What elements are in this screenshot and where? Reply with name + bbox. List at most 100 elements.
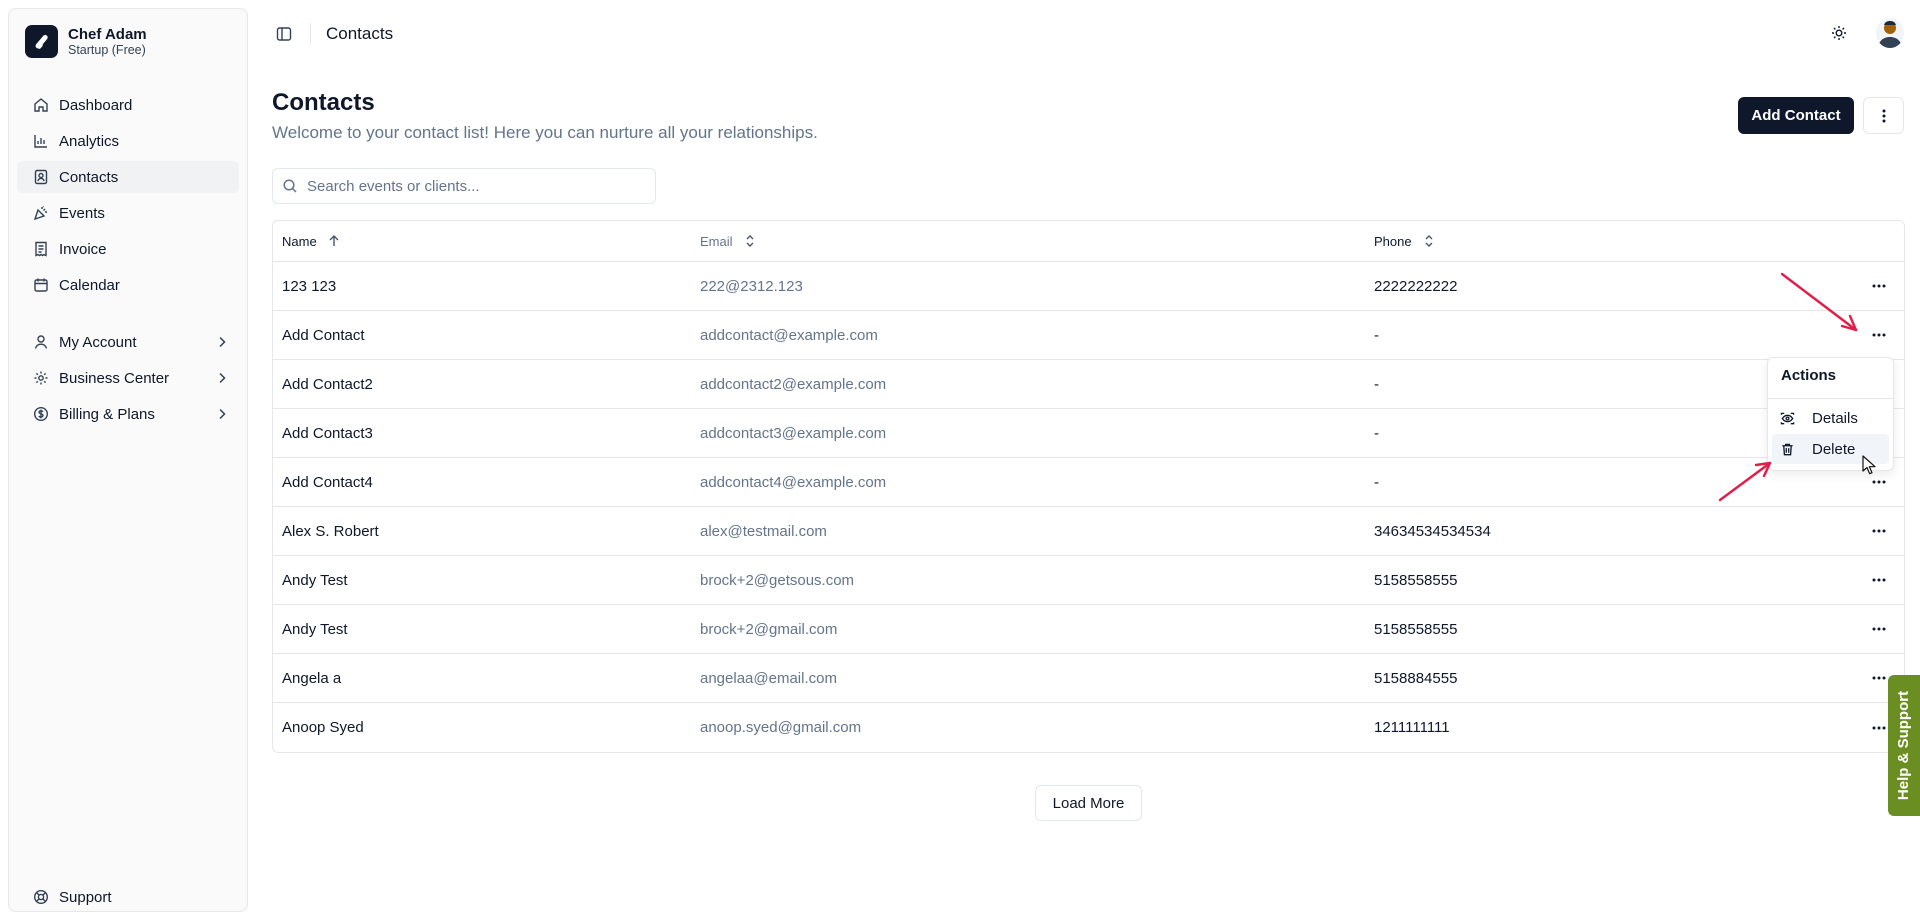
search-icon bbox=[283, 179, 297, 193]
chevron-right-icon bbox=[219, 336, 226, 348]
sidebar-item-events[interactable]: Events bbox=[17, 197, 239, 229]
table-row[interactable]: Alex S. Robert alex@testmail.com 346345345… bbox=[273, 507, 1904, 556]
sidebar-item-invoice[interactable]: Invoice bbox=[17, 233, 239, 265]
sidebar-item-label: Billing & Plans bbox=[59, 405, 155, 423]
topbar: Contacts bbox=[272, 22, 393, 46]
sidebar: Chef Adam Startup (Free) Dashboard Analy… bbox=[8, 8, 248, 912]
row-actions-cell bbox=[1854, 568, 1904, 592]
chevron-right-icon bbox=[219, 408, 226, 420]
sun-icon bbox=[1832, 26, 1846, 40]
more-horizontal-icon bbox=[1872, 578, 1886, 582]
sidebar-item-label: Calendar bbox=[59, 276, 120, 294]
mouse-cursor-icon bbox=[1862, 455, 1876, 475]
table-row[interactable]: Andy Test brock+2@getsous.com 5158558555 bbox=[273, 556, 1904, 605]
contact-name: Add Contact bbox=[282, 326, 365, 344]
sidebar-item-business-center[interactable]: Business Center bbox=[17, 362, 239, 394]
table-row[interactable]: Add Contact3 addcontact3@example.com - bbox=[273, 409, 1904, 458]
row-actions-cell bbox=[1854, 519, 1904, 543]
chevrons-up-down-icon bbox=[746, 235, 754, 247]
sidebar-item-billing-plans[interactable]: Billing & Plans bbox=[17, 398, 239, 430]
sidebar-toggle-button[interactable] bbox=[272, 22, 296, 46]
column-header-phone[interactable]: Phone bbox=[1374, 234, 1854, 249]
contact-book-icon bbox=[34, 169, 48, 185]
annotation-arrow-icon bbox=[1780, 272, 1858, 332]
more-horizontal-icon bbox=[1872, 284, 1886, 288]
bar-chart-icon bbox=[34, 135, 47, 148]
party-popper-icon bbox=[33, 206, 47, 221]
sidebar-item-my-account[interactable]: My Account bbox=[17, 326, 239, 358]
table-row[interactable]: Andy Test brock+2@gmail.com 5158558555 bbox=[273, 605, 1904, 654]
sidebar-item-support[interactable]: Support bbox=[17, 881, 239, 913]
menu-divider bbox=[1768, 398, 1893, 399]
contact-email: addcontact3@example.com bbox=[700, 424, 887, 442]
workspace-plan: Startup (Free) bbox=[68, 42, 146, 57]
more-horizontal-icon bbox=[1872, 676, 1886, 680]
contact-name: Andy Test bbox=[282, 571, 348, 589]
sidebar-item-calendar[interactable]: Calendar bbox=[17, 269, 239, 301]
more-options-button[interactable] bbox=[1863, 97, 1904, 134]
contact-email: alex@testmail.com bbox=[700, 522, 827, 540]
contact-email: brock+2@getsous.com bbox=[700, 571, 855, 589]
sidebar-item-label: Support bbox=[59, 888, 112, 906]
contacts-table: Name Email Phone 123 123 222@2312.123 2222… bbox=[272, 220, 1905, 753]
row-actions-button[interactable] bbox=[1867, 519, 1891, 543]
contact-phone: 1211111111 bbox=[1374, 719, 1450, 736]
more-horizontal-icon bbox=[1872, 333, 1886, 337]
page-title: Contacts bbox=[272, 89, 375, 116]
sidebar-item-label: Business Center bbox=[59, 369, 170, 387]
row-actions-cell bbox=[1854, 617, 1904, 641]
table-header: Name Email Phone bbox=[273, 221, 1904, 262]
table-row[interactable]: Add Contact2 addcontact2@example.com - bbox=[273, 360, 1904, 409]
calendar-icon bbox=[34, 278, 48, 292]
page-subtitle: Welcome to your contact list! Here you c… bbox=[272, 123, 818, 142]
help-support-tab[interactable]: Help & Support bbox=[1888, 675, 1920, 816]
theme-toggle-button[interactable] bbox=[1828, 22, 1850, 44]
table-row[interactable]: Add Contact4 addcontact4@example.com - bbox=[273, 458, 1904, 507]
contact-name: Alex S. Robert bbox=[282, 522, 379, 540]
menu-item-details[interactable]: Details bbox=[1772, 403, 1889, 433]
sidebar-item-label: Invoice bbox=[59, 240, 107, 258]
sidebar-item-label: Events bbox=[59, 204, 105, 222]
table-row[interactable]: Anoop Syed anoop.syed@gmail.com 1211111111 bbox=[273, 703, 1904, 752]
table-row[interactable]: 123 123 222@2312.123 2222222222 bbox=[273, 262, 1904, 311]
home-icon bbox=[34, 98, 48, 112]
workspace-name: Chef Adam bbox=[68, 25, 147, 43]
row-actions-button[interactable] bbox=[1867, 617, 1891, 641]
contact-email: anoop.syed@gmail.com bbox=[700, 719, 862, 736]
row-actions-button[interactable] bbox=[1867, 274, 1891, 298]
sidebar-item-label: Dashboard bbox=[59, 96, 133, 114]
user-icon bbox=[34, 335, 48, 349]
contact-name: Andy Test bbox=[282, 620, 348, 638]
main-nav: Dashboard Analytics Contacts Events Invo… bbox=[17, 89, 239, 305]
contact-email: addcontact2@example.com bbox=[700, 375, 887, 393]
more-horizontal-icon bbox=[1872, 529, 1886, 533]
table-row[interactable]: Angela a angelaa@email.com 5158884555 bbox=[273, 654, 1904, 703]
sidebar-item-label: Contacts bbox=[59, 168, 119, 186]
sidebar-item-contacts[interactable]: Contacts bbox=[17, 161, 239, 193]
workspace-logo-icon bbox=[25, 25, 58, 58]
workspace-switcher[interactable]: Chef Adam Startup (Free) bbox=[25, 25, 147, 58]
search-input[interactable] bbox=[307, 177, 637, 195]
column-header-name[interactable]: Name bbox=[273, 234, 700, 249]
column-header-email[interactable]: Email bbox=[700, 234, 1374, 249]
row-actions-button[interactable] bbox=[1867, 323, 1891, 347]
breadcrumb: Contacts bbox=[326, 24, 394, 43]
panel-left-icon bbox=[276, 27, 292, 41]
menu-item-label: Details bbox=[1812, 409, 1858, 427]
sidebar-item-analytics[interactable]: Analytics bbox=[17, 125, 239, 157]
more-horizontal-icon bbox=[1872, 726, 1886, 729]
contact-name: Add Contact3 bbox=[282, 424, 373, 442]
kebab-menu-icon bbox=[1882, 109, 1885, 122]
add-contact-button[interactable]: Add Contact bbox=[1738, 97, 1854, 134]
load-more-button[interactable]: Load More bbox=[1035, 785, 1142, 821]
avatar[interactable] bbox=[1876, 18, 1904, 48]
chevrons-up-down-icon bbox=[1425, 235, 1433, 247]
contact-name: 123 123 bbox=[282, 277, 337, 295]
sidebar-item-dashboard[interactable]: Dashboard bbox=[17, 89, 239, 121]
row-actions-button[interactable] bbox=[1867, 568, 1891, 592]
table-row[interactable]: Add Contact addcontact@example.com - bbox=[273, 311, 1904, 360]
sidebar-item-label: Analytics bbox=[59, 132, 120, 150]
contact-name: Add Contact4 bbox=[282, 473, 373, 491]
column-label: Name bbox=[282, 233, 317, 249]
table-body: 123 123 222@2312.123 2222222222 Add Contact… bbox=[273, 262, 1904, 752]
